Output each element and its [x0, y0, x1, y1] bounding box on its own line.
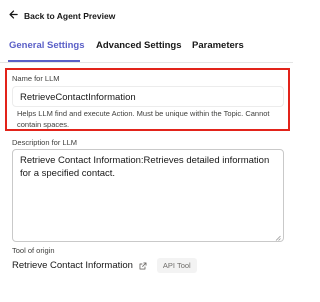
back-link-label: Back to Agent Preview: [24, 10, 116, 21]
name-for-llm-input[interactable]: RetrieveContactInformation: [12, 86, 284, 107]
description-field-label: Description for LLM: [12, 138, 78, 147]
action-settings-panel: Back to Agent Preview General Settings A…: [0, 0, 293, 302]
tool-of-origin-label: Tool of origin: [12, 246, 55, 255]
tool-of-origin-row: Retrieve Contact Information API Tool: [12, 258, 197, 273]
name-field-label: Name for LLM: [12, 74, 60, 83]
tab-parameters[interactable]: Parameters: [192, 40, 244, 51]
external-link-icon[interactable]: [139, 262, 147, 270]
api-tool-badge: API Tool: [156, 258, 197, 273]
description-text: Retrieve Contact Information:Retrieves d…: [20, 155, 270, 179]
name-help-text: Helps LLM find and execute Action. Must …: [17, 109, 270, 129]
tab-bar: General Settings Advanced Settings Param…: [0, 38, 293, 63]
tool-of-origin-name[interactable]: Retrieve Contact Information: [12, 260, 133, 271]
active-tab-indicator: [8, 60, 80, 62]
tab-general-settings[interactable]: General Settings: [9, 40, 85, 51]
back-to-agent-preview-link[interactable]: Back to Agent Preview: [9, 10, 115, 21]
description-for-llm-textarea[interactable]: Retrieve Contact Information:Retrieves d…: [12, 149, 284, 242]
arrow-left-icon: [9, 10, 18, 21]
tab-advanced-settings[interactable]: Advanced Settings: [96, 40, 182, 51]
resize-handle-icon[interactable]: [275, 233, 281, 241]
